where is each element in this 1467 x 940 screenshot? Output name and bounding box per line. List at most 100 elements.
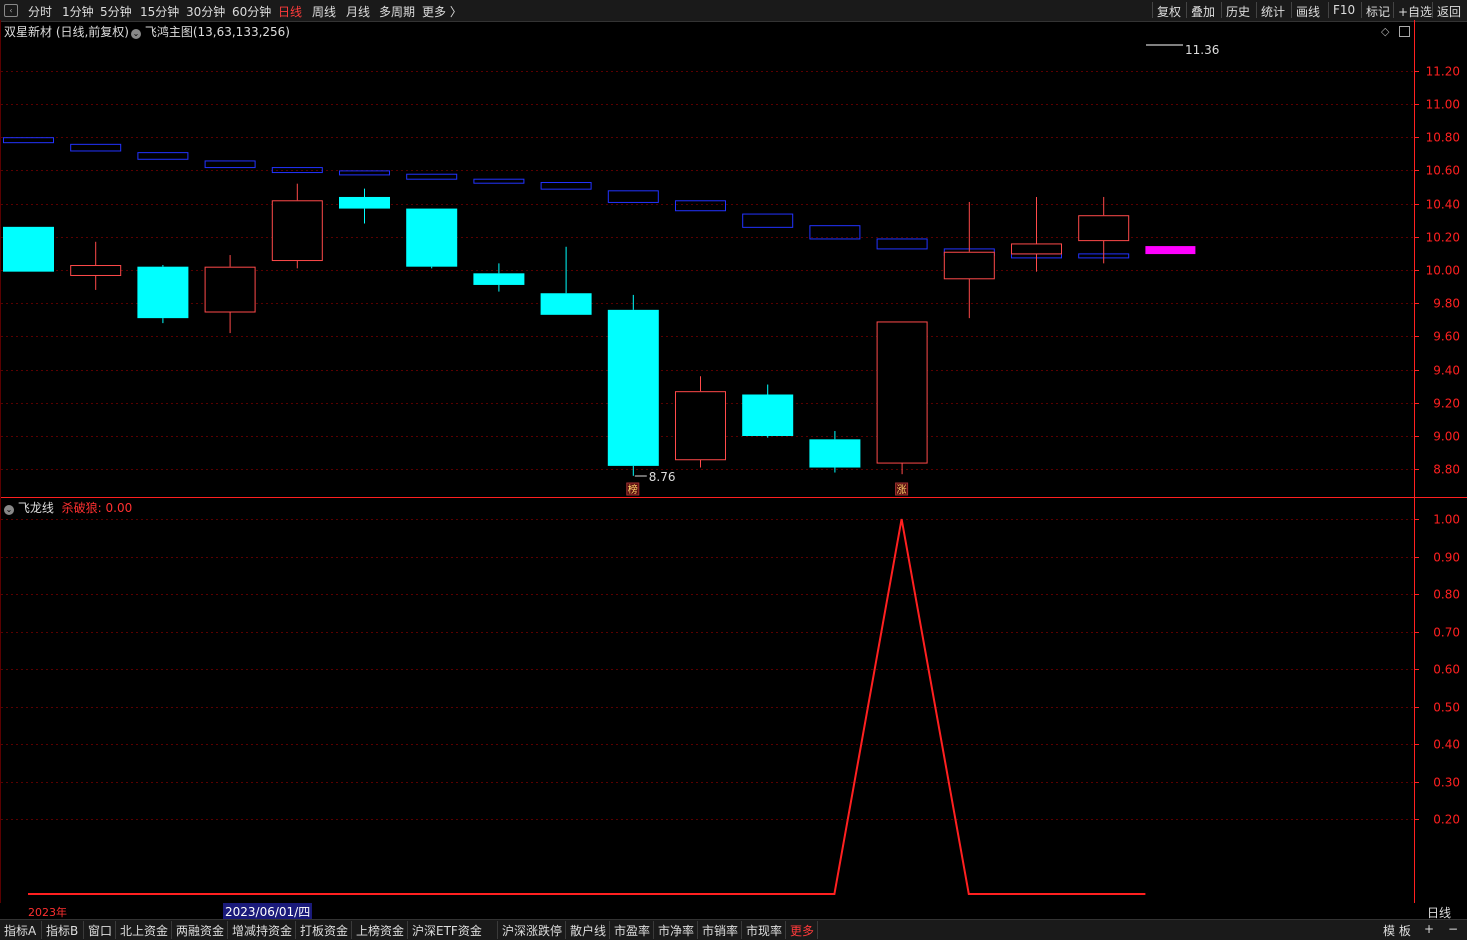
period-tab-4[interactable]: 30分钟	[186, 3, 225, 20]
sub-tick-label: 0.20	[1433, 813, 1460, 827]
subchart-value: 杀破狼: 0.00	[61, 501, 133, 515]
indicator-tab-2[interactable]: 窗口	[88, 922, 112, 939]
band-box	[876, 238, 928, 250]
period-tab-3[interactable]: 15分钟	[140, 3, 179, 20]
indicator-tab-4[interactable]: 两融资金	[176, 922, 224, 939]
remove-button[interactable]: −	[1448, 922, 1458, 936]
candle-body-up	[943, 251, 995, 280]
band-box	[675, 200, 726, 212]
tab-divider	[171, 921, 172, 939]
candle-body-up	[204, 266, 256, 313]
period-tab-2[interactable]: 5分钟	[100, 3, 132, 20]
sub-tick-label: 0.90	[1433, 551, 1460, 565]
back-icon[interactable]: ‹	[4, 4, 18, 17]
add-button[interactable]: +	[1424, 922, 1434, 936]
period-tab-9[interactable]: 多周期	[379, 3, 415, 20]
tab-divider	[295, 921, 296, 939]
toolbar-divider	[1393, 2, 1394, 18]
tag-bang-box	[626, 482, 640, 496]
diamond-icon[interactable]: ◇	[1381, 25, 1389, 38]
toolbar-button-1[interactable]: 叠加	[1191, 3, 1215, 20]
band-box	[204, 160, 256, 169]
toolbar-button-0[interactable]: 复权	[1157, 3, 1181, 20]
indicator-tab-5[interactable]: 增减持资金	[232, 922, 292, 939]
tag-zhang-box	[895, 482, 909, 496]
indicator-tab-13[interactable]: 市销率	[702, 922, 738, 939]
period-tab-8[interactable]: 月线	[346, 3, 370, 20]
price-tick-label: 11.00	[1426, 98, 1460, 112]
band-box	[406, 173, 458, 180]
period-tab-7[interactable]: 周线	[312, 3, 336, 20]
tab-divider	[41, 921, 42, 939]
tab-divider	[785, 921, 786, 939]
year-label: 2023年	[28, 906, 67, 919]
tab-divider	[741, 921, 742, 939]
tag-zhang: 涨	[897, 484, 907, 496]
candle-latest	[1145, 246, 1196, 255]
candle-body-up	[271, 200, 323, 262]
candle-body-down	[809, 439, 861, 468]
indicator-tab-15[interactable]: 更多	[790, 922, 814, 939]
price-tick-label: 9.60	[1433, 330, 1460, 344]
toolbar-divider	[1291, 2, 1292, 18]
high-marker-label: 11.36	[1185, 43, 1219, 57]
band-box	[943, 248, 995, 257]
sub-tick-label: 1.00	[1433, 513, 1460, 527]
kline-chart[interactable]: 8.80 9.00 9.20 9.40 9.60 9.80 10.00 10.20 10.40 1…	[0, 0, 1467, 939]
period-tab-5[interactable]: 60分钟	[232, 3, 271, 20]
price-tick-label: 9.80	[1433, 297, 1460, 311]
toolbar-divider	[1221, 2, 1222, 18]
tab-divider	[351, 921, 352, 939]
template-button[interactable]: 模 板	[1383, 922, 1411, 939]
period-tab-10[interactable]: 更多 〉	[422, 3, 462, 20]
period-tab-0[interactable]: 分时	[28, 3, 52, 20]
candle-body-up	[1078, 215, 1130, 242]
indicator-tab-0[interactable]: 指标A	[4, 922, 36, 939]
period-toolbar: 分时 1分钟 5分钟 15分钟 30分钟 60分钟 日线 周线 月线 多周期 更多 〉 ‹ 复权 叠加历…	[0, 0, 1467, 22]
subchart-header[interactable]: ⌄ 飞龙线 杀破狼: 0.00	[4, 499, 132, 516]
indicator-tab-6[interactable]: 打板资金	[300, 922, 348, 939]
candle-body-up	[1011, 243, 1062, 255]
band-box	[742, 213, 794, 228]
band-box	[1011, 253, 1062, 259]
indicator-tab-11[interactable]: 市盈率	[614, 922, 650, 939]
period-tab-6[interactable]: 日线	[278, 3, 302, 20]
band-box	[473, 178, 525, 184]
toolbar-button-7[interactable]: +自选	[1398, 3, 1432, 20]
toolbar-divider	[1432, 2, 1433, 18]
toolbar-divider	[1256, 2, 1257, 18]
price-tick-label: 9.20	[1433, 397, 1460, 411]
indicator-tab-9[interactable]: 沪深涨跌停	[502, 922, 562, 939]
toolbar-button-5[interactable]: F10	[1333, 3, 1355, 17]
panel-toggle-icon[interactable]	[1399, 26, 1410, 37]
cursor-date: 2023/06/01/四	[223, 903, 313, 920]
toolbar-button-6[interactable]: 标记	[1366, 3, 1390, 20]
indicator-tab-10[interactable]: 散户线	[570, 922, 606, 939]
price-tick-label: 10.40	[1426, 198, 1460, 212]
candle-body-down	[540, 293, 592, 315]
indicator-tab-8[interactable]: 沪深ETF资金	[412, 922, 482, 939]
band-box	[339, 170, 390, 176]
tab-divider	[653, 921, 654, 939]
toolbar-divider	[1186, 2, 1187, 18]
indicator-dropdown[interactable]: ⌄ 飞鸿主图(13,63,133,256)	[131, 23, 290, 40]
toolbar-button-4[interactable]: 画线	[1296, 3, 1320, 20]
period-tab-1[interactable]: 1分钟	[62, 3, 94, 20]
candle-body-down	[339, 196, 390, 209]
candle-body-down	[406, 208, 458, 267]
candle-body-down	[473, 273, 525, 285]
indicator-tab-7[interactable]: 上榜资金	[356, 922, 404, 939]
toolbar-button-2[interactable]: 历史	[1226, 3, 1250, 20]
band-box	[607, 190, 659, 203]
tab-divider	[609, 921, 610, 939]
indicator-name: 飞鸿主图(13,63,133,256)	[144, 25, 290, 39]
fei-long-line	[28, 518, 1146, 895]
indicator-tab-3[interactable]: 北上资金	[120, 922, 168, 939]
indicator-tab-12[interactable]: 市净率	[658, 922, 694, 939]
low-marker-label: 8.76	[649, 470, 676, 484]
indicator-tab-14[interactable]: 市现率	[746, 922, 782, 939]
sub-tick-label: 0.50	[1433, 701, 1460, 715]
toolbar-button-3[interactable]: 统计	[1261, 3, 1285, 20]
indicator-tab-1[interactable]: 指标B	[46, 922, 78, 939]
toolbar-button-8[interactable]: 返回	[1437, 3, 1461, 20]
